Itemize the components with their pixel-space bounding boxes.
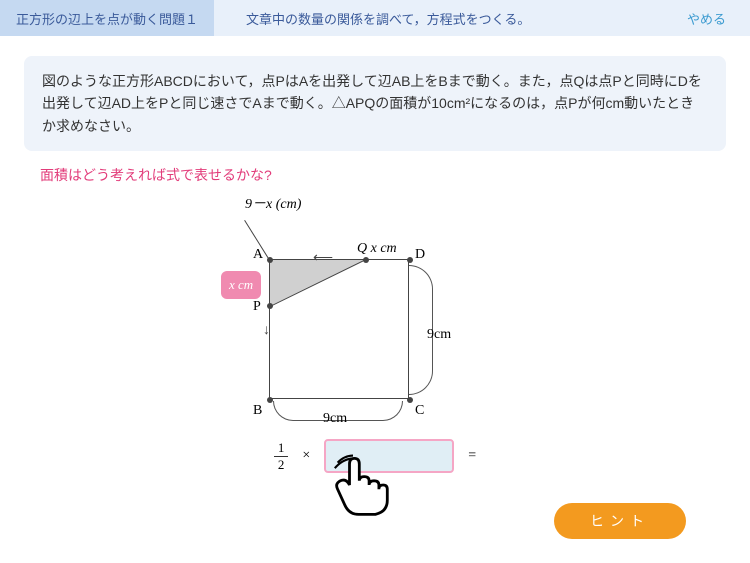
fraction-one-half: 1 2 — [274, 440, 289, 473]
problem-statement: 図のような正方形ABCDにおいて，点PはAを出発して辺AB上をBまで動く。また，… — [24, 56, 726, 151]
fraction-denominator: 2 — [274, 457, 289, 473]
header-title-center: 文章中の数量の関係を調べて，方程式をつくる。 — [214, 9, 663, 28]
label-q: Q x cm — [357, 241, 397, 257]
vertex-c-dot — [407, 397, 413, 403]
xcm-badge[interactable]: x cm — [221, 271, 261, 299]
label-c: C — [415, 403, 424, 419]
header-title-left: 正方形の辺上を点が動く問題１ — [0, 0, 214, 36]
header-bar: 正方形の辺上を点が動く問題１ 文章中の数量の関係を調べて，方程式をつくる。 やめ… — [0, 0, 750, 36]
square-abcd — [269, 259, 409, 399]
arrow-left-icon: ⟵ — [313, 249, 333, 266]
label-a: A — [253, 247, 263, 263]
vertex-d-dot — [407, 257, 413, 263]
times-sign: × — [302, 448, 310, 464]
fraction-numerator: 1 — [274, 440, 289, 457]
hint-button[interactable]: ヒント — [554, 503, 686, 539]
side-length-bottom: 9cm — [323, 411, 347, 427]
equals-sign: = — [468, 448, 476, 464]
equation-row: 1 2 × = — [0, 439, 750, 473]
label-d: D — [415, 247, 425, 263]
quit-button[interactable]: やめる — [663, 9, 750, 28]
expr-9-minus-x: 9－x (cm) — [245, 193, 301, 213]
label-b: B — [253, 403, 262, 419]
answer-input[interactable] — [324, 439, 454, 473]
geometry-diagram: 9－x (cm) A B C D P Q x cm ⟵ ↓ x cm 9cm 9… — [205, 193, 545, 433]
label-p: P — [253, 299, 261, 315]
side-length-right: 9cm — [427, 327, 451, 343]
arrow-down-icon: ↓ — [263, 321, 270, 337]
guiding-question: 面積はどう考えれば式で表せるかな? — [40, 165, 750, 185]
